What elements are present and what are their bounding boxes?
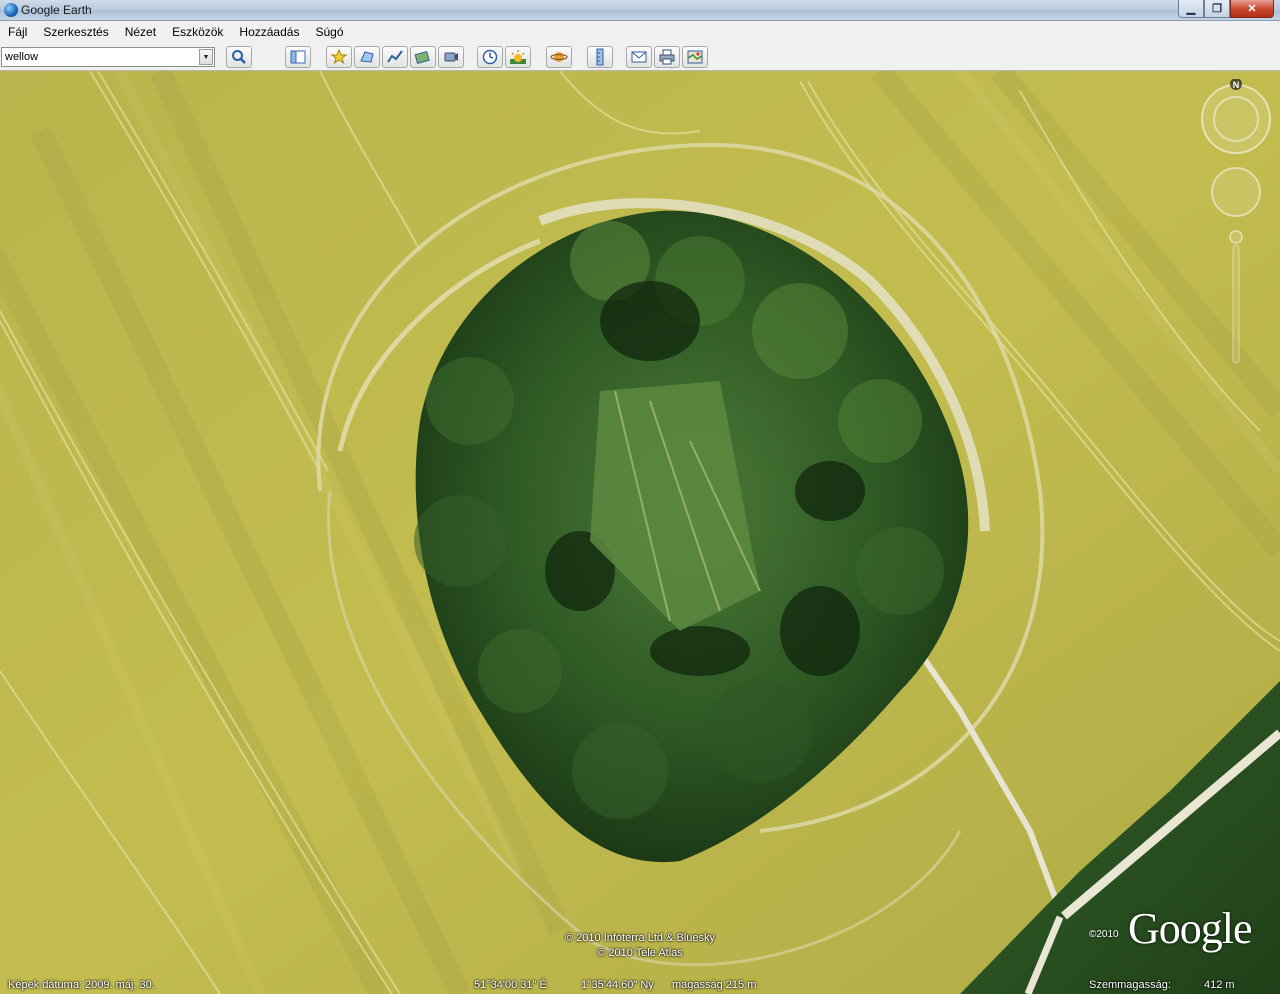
add-path-button[interactable] bbox=[382, 46, 408, 68]
copyright-line-2: © 2010 Tele Atlas bbox=[597, 947, 683, 959]
maximize-button[interactable]: ❐ bbox=[1204, 0, 1230, 18]
magnifier-icon bbox=[232, 50, 246, 64]
ruler-icon bbox=[596, 48, 604, 66]
add-placemark-button[interactable] bbox=[326, 46, 352, 68]
eye-altitude-label: Szemmagasság: bbox=[1089, 979, 1171, 991]
status-bar: Képek dátuma: 2009. máj. 30. 51°34'00.31… bbox=[0, 978, 1280, 994]
latitude-readout: 51°34'00.31" É bbox=[474, 979, 547, 991]
title-bar: Google Earth ▁ ❐ ✕ bbox=[0, 0, 1280, 21]
window-controls: ▁ ❐ ✕ bbox=[1178, 0, 1274, 18]
view-in-maps-icon bbox=[687, 50, 703, 64]
zoom-in-icon[interactable] bbox=[1229, 230, 1243, 244]
imagery-date: Képek dátuma: 2009. máj. 30. bbox=[8, 979, 155, 991]
email-button[interactable] bbox=[626, 46, 652, 68]
search-dropdown-button[interactable]: ▼ bbox=[199, 49, 213, 65]
eye-altitude-value: 412 m bbox=[1204, 979, 1235, 991]
zoom-slider[interactable] bbox=[1232, 244, 1240, 364]
path-icon bbox=[387, 50, 403, 63]
move-joystick[interactable] bbox=[1211, 167, 1261, 217]
record-tour-icon bbox=[444, 52, 458, 62]
menu-add[interactable]: Hozzáadás bbox=[239, 25, 299, 39]
menu-file[interactable]: Fájl bbox=[8, 25, 27, 39]
historical-imagery-icon bbox=[482, 49, 498, 65]
menu-bar: Fájl Szerkesztés Nézet Eszközök Hozzáadá… bbox=[0, 21, 1280, 43]
add-image-overlay-button[interactable] bbox=[410, 46, 436, 68]
image-overlay-icon bbox=[414, 50, 430, 64]
add-polygon-button[interactable] bbox=[354, 46, 380, 68]
sunlight-icon bbox=[510, 50, 526, 64]
planets-icon bbox=[550, 52, 568, 62]
sidebar-toggle-button[interactable] bbox=[285, 46, 311, 68]
copyright-line-1: © 2010 Infoterra Ltd & Bluesky bbox=[565, 932, 715, 944]
google-logo: Google bbox=[1128, 904, 1253, 953]
sidebar-toggle-icon bbox=[290, 50, 306, 64]
map-view[interactable]: N © 2010 Infoterra Ltd & Bluesky © 2010 … bbox=[0, 71, 1280, 994]
record-tour-button[interactable] bbox=[438, 46, 464, 68]
ruler-button[interactable] bbox=[587, 46, 613, 68]
menu-help[interactable]: Súgó bbox=[315, 25, 343, 39]
elevation-readout: magasság 215 m bbox=[672, 979, 757, 991]
longitude-readout: 1°35'44.60" Ny bbox=[581, 979, 654, 991]
look-joystick[interactable] bbox=[1201, 84, 1271, 154]
menu-tools[interactable]: Eszközök bbox=[172, 25, 223, 39]
search-button[interactable] bbox=[226, 46, 252, 68]
switch-planet-button[interactable] bbox=[546, 46, 572, 68]
email-icon bbox=[631, 51, 647, 63]
print-icon bbox=[659, 49, 675, 65]
close-button[interactable]: ✕ bbox=[1230, 0, 1274, 18]
search-combobox[interactable]: ▼ bbox=[1, 47, 215, 67]
sunlight-button[interactable] bbox=[505, 46, 531, 68]
north-label: N bbox=[1233, 80, 1240, 90]
toolbar: ▼ bbox=[0, 43, 1280, 71]
view-in-maps-button[interactable] bbox=[682, 46, 708, 68]
window-title: Google Earth bbox=[21, 3, 92, 17]
polygon-icon bbox=[360, 51, 374, 63]
menu-edit[interactable]: Szerkesztés bbox=[43, 25, 108, 39]
satellite-imagery bbox=[0, 71, 1280, 994]
logo-year: ©2010 bbox=[1089, 929, 1119, 940]
minimize-button[interactable]: ▁ bbox=[1178, 0, 1204, 18]
historical-imagery-button[interactable] bbox=[477, 46, 503, 68]
google-earth-app-icon bbox=[4, 3, 18, 17]
search-input[interactable] bbox=[2, 48, 198, 66]
print-button[interactable] bbox=[654, 46, 680, 68]
placemark-icon bbox=[330, 48, 348, 65]
menu-view[interactable]: Nézet bbox=[125, 25, 156, 39]
navigation-controls[interactable]: N bbox=[1198, 79, 1276, 369]
